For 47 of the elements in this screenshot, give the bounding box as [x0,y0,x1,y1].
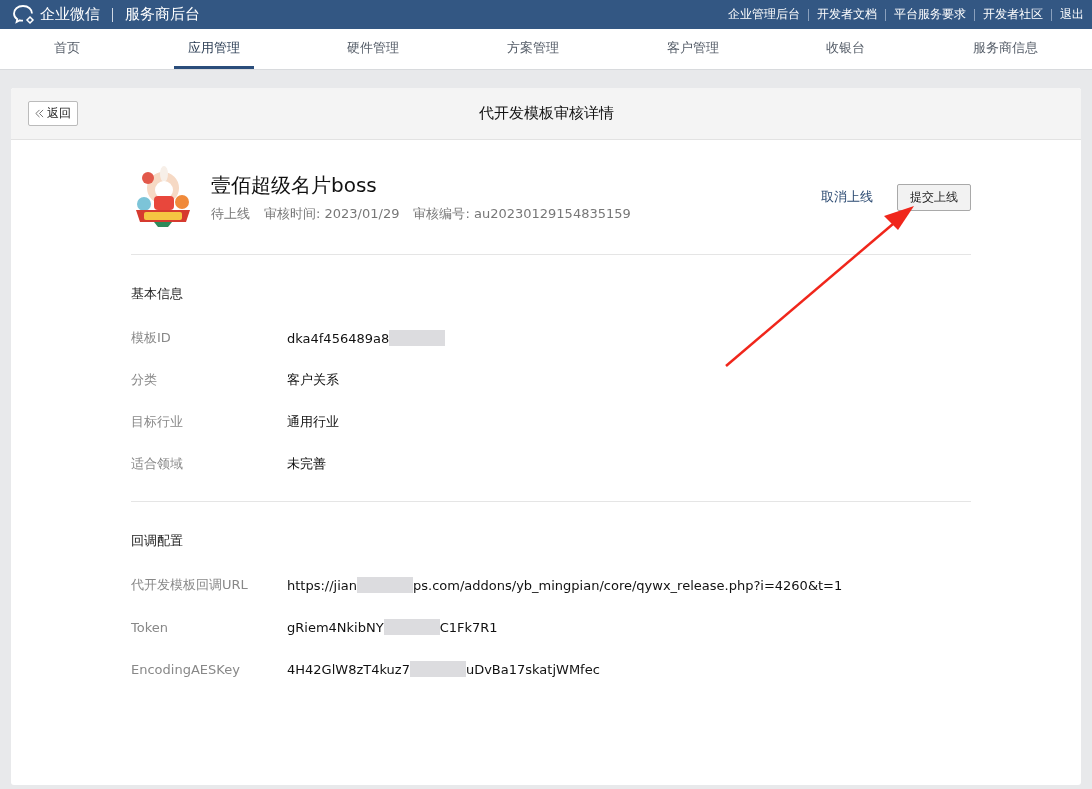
field-value: gRiem4NkibNY [287,619,384,635]
nav-tab[interactable]: 应用管理 [173,29,254,69]
field-value: uDvBa17skatjWMfec [465,661,600,677]
field-value: 客户关系 [287,371,339,389]
redaction-blur [389,330,446,346]
portal-title: 服务商后台 [125,5,200,24]
cancel-link[interactable]: 取消上线 [821,188,873,206]
redaction-blur [409,661,466,677]
double-chevron-icon [35,109,44,118]
field-value: https://jian [287,577,358,593]
top-link[interactable]: 企业管理后台 [720,6,808,23]
nav-tab[interactable]: 收银台 [812,29,880,69]
status-text: 待上线 [211,204,250,223]
field-label: EncodingAESKey [131,661,241,677]
logo-text: 企业微信 [40,5,100,24]
field-label: Token [131,619,169,635]
field-value: 4H42GlW8zT4kuz7 [287,661,410,677]
review-number: 审核编号: au20230129154835159 [413,204,631,223]
page-title: 代开发模板审核详情 [478,104,614,123]
field-label: 适合领域 [131,455,184,473]
top-link[interactable]: 开发者社区 [975,6,1051,23]
nav-tab[interactable]: 方案管理 [492,29,573,69]
section-title: 基本信息 [131,285,184,303]
field-label: 模板ID [131,329,172,347]
section-title: 回调配置 [131,532,184,550]
top-link[interactable]: 退出 [1052,6,1092,23]
field-value: 未完善 [287,455,326,473]
field-label: 分类 [131,371,158,389]
nav-tab[interactable]: 首页 [39,29,94,69]
field-label: 目标行业 [131,413,184,431]
redaction-blur [383,619,440,635]
field-label: 代开发模板回调URL [131,576,249,594]
submit-button[interactable]: 提交上线 [897,183,971,211]
chat-bubble-icon [12,3,36,26]
nav-tab[interactable]: 服务商信息 [959,29,1053,69]
redaction-blur [357,577,414,593]
back-button[interactable]: 返回 [28,101,78,126]
nav-tab[interactable]: 客户管理 [652,29,733,69]
review-time: 审核时间: 2023/01/29 [264,204,400,223]
top-link[interactable]: 平台服务要求 [886,6,974,23]
app-name: 壹佰超级名片boss [211,171,378,199]
field-value: 通用行业 [287,413,339,431]
field-value: C1Fk7R1 [439,619,498,635]
nav-tab[interactable]: 硬件管理 [333,29,414,69]
field-value: dka4f456489a8 [287,330,390,346]
field-value: ps.com/addons/yb_mingpian/core/qywx_release.php?i=4260&t=1 [413,577,843,593]
top-link[interactable]: 开发者文档 [809,6,885,23]
